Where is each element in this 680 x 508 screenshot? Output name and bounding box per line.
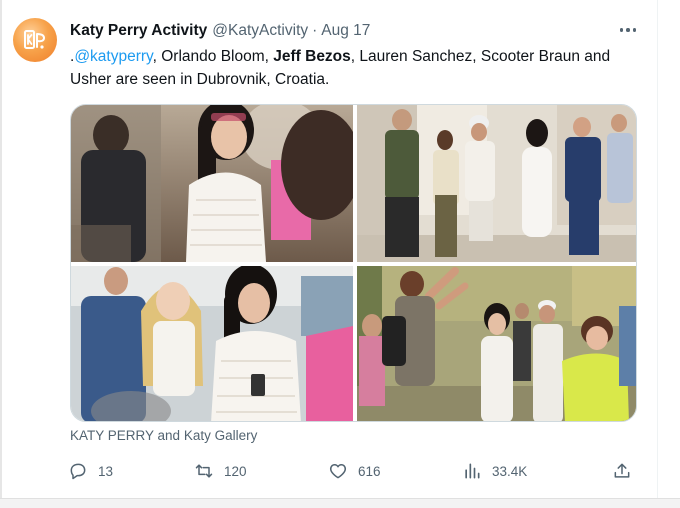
photo-courtyard-group[interactable] [357,266,636,421]
retweet-count: 120 [224,463,247,479]
more-dot [619,28,624,32]
views-button[interactable]: 33.4K [462,458,527,484]
reply-button[interactable]: 13 [68,458,113,484]
tweet-text: .@katyperry, Orlando Bloom, Jeff Bezos, … [70,45,645,91]
share-button[interactable] [612,458,632,484]
mention-link[interactable]: @katyperry [74,48,152,65]
kp-activity-logo-icon [24,30,46,49]
retweet-button[interactable]: 120 [194,458,247,484]
window-edge [0,0,2,508]
more-dot [632,28,637,32]
media-grid [70,104,637,422]
photo-katy-crowd[interactable] [71,105,353,262]
like-button[interactable]: 616 [328,458,381,484]
photo-image [357,105,636,262]
retweet-icon [195,464,213,478]
author-display-name[interactable]: Katy Perry Activity [70,22,207,40]
tweet-actions: 13 120 616 33.4K [66,458,646,484]
photo-image [357,266,636,421]
tweet-header: Katy Perry Activity @KatyActivity · Aug … [70,20,370,42]
tweet-card: Katy Perry Activity @KatyActivity · Aug … [0,0,680,508]
tweet-date[interactable]: Aug 17 [321,22,370,40]
tweet-text-part: , Orlando Bloom, [152,48,274,65]
more-options-icon[interactable] [615,20,641,40]
reply-count: 13 [98,463,114,479]
photo-group-walking[interactable] [357,105,636,262]
timeline-border [657,0,658,508]
photo-katy-phone[interactable] [71,266,353,421]
views-count: 33.4K [492,463,528,479]
more-dot [626,28,630,32]
heart-icon [329,464,347,479]
author-handle[interactable]: @KatyActivity [212,22,308,40]
header-separator: · [312,22,318,39]
photo-image [71,105,353,262]
window-bottom-edge [0,498,680,508]
tweet-bold-name: Jeff Bezos [273,48,351,65]
reply-icon [70,463,86,480]
views-icon [465,463,480,479]
author-avatar[interactable] [13,18,57,62]
photo-image [71,266,353,421]
media-caption[interactable]: KATY PERRY and Katy Gallery [70,428,257,443]
like-count: 616 [358,463,381,479]
share-icon [614,463,630,478]
